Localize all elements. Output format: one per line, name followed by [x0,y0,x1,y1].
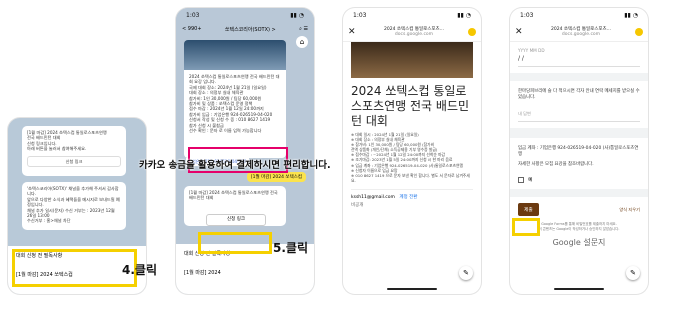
question-text: 한마당피브리에 슬 다 적으시면 각자 안내 연락 메세지를 받으실 수 있습니… [518,89,640,100]
message-line: 앞으로 다양한 소식과 혜택들을 메시지로 보내드릴 예정입니다. [27,196,120,208]
step-label: 4.클릭 [122,263,157,277]
message-line: '쏘텍스코리아(SOTX)' 채널을 추가해 주셔서 감사합니다. [27,186,119,197]
menu-icon[interactable] [635,27,643,36]
section-divider [510,128,648,138]
description-line: ※ 입금 계좌 : 기업은행 924-026519-04-020 (사)통일로스… [351,162,463,168]
home-icon[interactable]: ⌂ [296,36,308,48]
message-title: [1월 마감] 2024 쏘텍스컵 통일로스포츠연맹 전국 배드민턴 대회 [189,190,278,201]
notice-line: 신청서 작성 및 신청 수 증 : 010 8627 1419 [189,117,271,123]
message-line: 수신거부 : 홈>채널 차단 [27,218,71,224]
private-label: 비공개 [351,202,364,208]
signal-icon: ▮▮ ◔ [624,11,638,19]
status-time: 1:03 [520,11,534,19]
status-bar: 1:03 ▮▮ ◔ [343,8,481,22]
submit-button[interactable]: 제출 [518,203,539,216]
home-indicator [554,288,604,290]
browser-bar: ✕ 2024 쏘텍스컵 통일로스포츠... docs.google.com [510,22,648,42]
section-divider [510,73,648,81]
bank-info-text: 입금 계좌 : 기업은행 924-026519-04-020 (사)통일로스포츠… [518,146,639,157]
notice-bubble: 2024 쏘텍스컵 통일로스포츠연맹 전국 배드민턴 대회 요강 입니다. 국제… [184,70,286,158]
apply-link-button[interactable]: 신청 링크 [206,214,266,226]
close-icon[interactable]: ✕ [515,27,527,37]
header-image [351,42,473,78]
phone-screen-3: 1:03 ▮▮ ◔ ✕ 2024 쏘텍스컵 통일로스포츠... docs.goo… [343,8,481,294]
answer-input[interactable]: 내 답변 [518,111,640,122]
menu-item-apply[interactable]: [1월 마감] 2024 [176,263,314,282]
form-title: 2024 쏘텍스컵 통일로 스포츠연맹 전국 배드민턴 대회 [351,84,470,128]
account-row: kssh11@gmail.com 계정 전환 비공개 [351,188,473,208]
phone-screen-4: 1:03 ▮▮ ◔ ✕ 2024 쏘텍스컵 통일로스포츠... docs.goo… [510,8,648,294]
url-bar: 2024 쏘텍스컵 통일로스포츠... docs.google.com [527,27,635,37]
status-time: 1:03 [186,11,200,19]
message-bubble: [1월 마감] 2024 쏘텍스컵 통일로스포츠연맹 전국 배드민턴 대회 신청… [22,126,126,176]
menu-icon[interactable] [468,27,476,36]
form-description: ※ 대회 일시 : 2024년 1월 21일 (일요일) ※ 대회 장소 : 의… [343,132,481,183]
consent-option[interactable]: 예 [510,170,648,189]
notice-line: 선수 확인 : 문자 로 이름 입력 가능합니다 [189,128,262,134]
status-bar: 1:03 ▮▮ ◔ [510,8,648,22]
search-icon[interactable]: ⌕ ☰ [299,26,308,32]
message-line: 채널 추가 일시(문자) 수신 거부는 : 2023년 12월 26일 13:0… [27,207,115,219]
section-divider [510,189,648,197]
url-domain: docs.google.com [561,31,601,37]
event-banner-image [184,40,286,70]
notice-line: 2024 쏘텍스컵 통일로스포츠연맹 전국 배드민턴 대회 요강 입니다. [189,74,280,85]
edit-icon[interactable]: ✎ [626,266,640,280]
reference-text: 자세한 사항은 모집 요강을 참조바랍니다. [518,162,594,167]
highlight-box [12,249,137,287]
highlight-box [198,232,272,254]
highlight-box [512,218,540,236]
message-line: 아래 버튼을 눌러서 참여해주세요. [27,146,87,152]
checkbox-icon[interactable] [518,176,524,183]
back-button[interactable]: < 990+ [182,26,202,32]
sent-message-pill: [1월 마감] 2024 쏘텍스컵 [246,172,306,182]
welcome-message-bubble: '쏘텍스코리아(SOTX)' 채널을 추가해 주셔서 감사합니다. 앞으로 다양… [22,182,126,230]
url-domain: docs.google.com [394,31,434,37]
date-input[interactable]: / / [518,55,640,67]
switch-account-link[interactable]: 계정 전환 [399,195,417,200]
signal-icon: ▮▮ ◔ [290,11,304,19]
account-email: kssh11@gmail.com [351,194,395,200]
caption-text: 카카오 송금을 활용하여 결제하시면 편리합니다. [139,160,331,171]
browser-bar: ✕ 2024 쏘텍스컵 통일로스포츠... docs.google.com [343,22,481,42]
edit-icon[interactable]: ✎ [459,266,473,280]
clear-form-button[interactable]: 양식 지우기 [619,207,640,213]
step-label: 5.클릭 [273,241,308,255]
home-indicator [387,288,437,290]
chat-header: < 990+ 쏘텍스코리아(SOTX) > ⌕ ☰ [176,22,314,36]
close-icon[interactable]: ✕ [348,27,360,37]
signal-icon: ▮▮ ◔ [457,11,471,19]
description-line: ※ 010 8627 1419 으로 문자 보낸 확인 합니다. 별도 서 문자… [351,172,470,183]
status-bar: 1:03 ▮▮ ◔ [176,8,314,22]
status-time: 1:03 [353,11,367,19]
date-placeholder: YYYY MM DD [518,48,545,53]
checkbox-label: 예 [528,178,533,183]
chat-title: 쏘텍스코리아(SOTX) > [224,26,276,33]
url-bar: 2024 쏘텍스컵 통일로스포츠... docs.google.com [360,27,468,37]
apply-link-button[interactable]: 신청 링크 [27,155,121,168]
